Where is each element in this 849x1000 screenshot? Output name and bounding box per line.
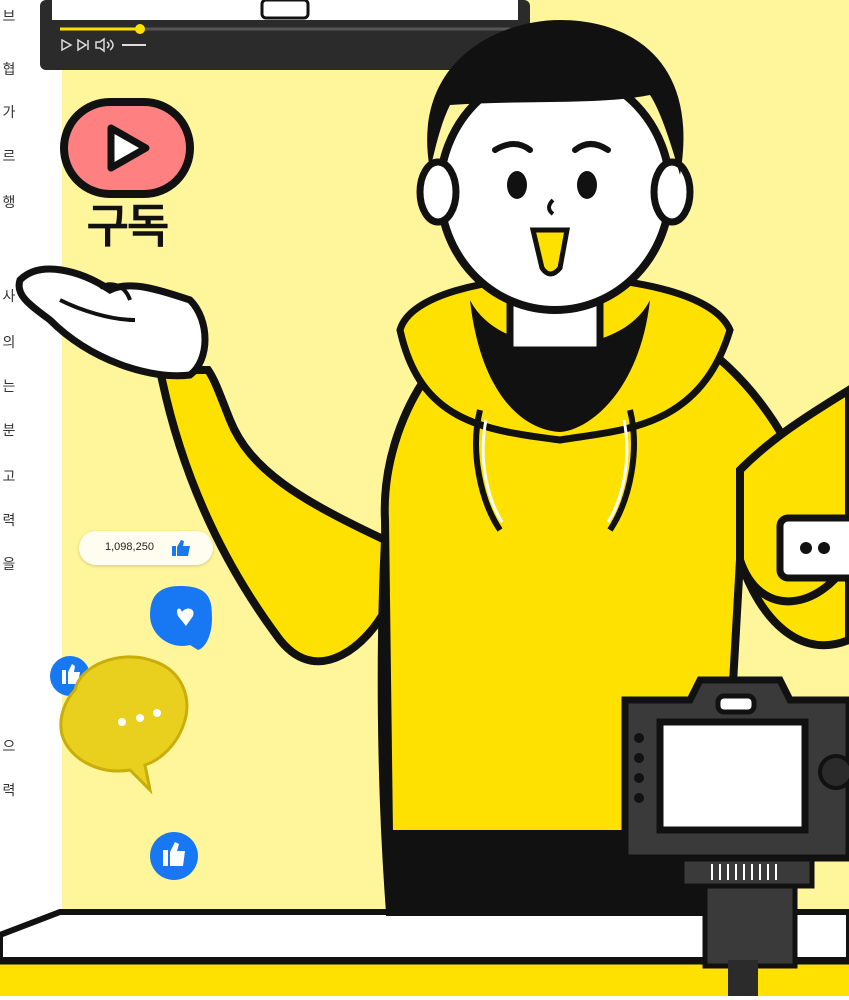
video-screen-object	[260, 0, 310, 20]
subscribe-label[interactable]: 구독	[72, 190, 182, 256]
left-eye	[507, 171, 527, 199]
side-char: 의	[2, 335, 16, 351]
likes-counter-pill: 1,098,250	[79, 531, 213, 565]
thumbs-up-icon-pill	[172, 540, 190, 556]
progress-knob[interactable]	[135, 24, 145, 34]
right-ear	[650, 158, 694, 226]
chat-box	[776, 514, 849, 582]
scene-svg	[0, 0, 849, 996]
right-eye	[577, 171, 597, 199]
illustration-stage: 구독 1,098,250 브 협 가 르 행 사 의 는 분 고 력 을 으 력	[0, 0, 849, 996]
side-char: 력	[2, 783, 16, 799]
side-char: 력	[2, 513, 16, 529]
side-char: 행	[2, 195, 16, 211]
side-char: 가	[2, 105, 16, 121]
side-char: 브	[2, 9, 16, 25]
side-char: 을	[2, 557, 16, 573]
side-char: 는	[2, 379, 16, 395]
side-char: 협	[2, 62, 16, 78]
side-char: 사	[2, 289, 16, 305]
side-char: 으	[2, 739, 16, 755]
left-ear	[416, 158, 460, 226]
side-char: 르	[2, 149, 16, 165]
side-char: 분	[2, 423, 16, 439]
likes-count: 1,098,250	[105, 541, 154, 553]
side-char: 고	[2, 469, 16, 485]
